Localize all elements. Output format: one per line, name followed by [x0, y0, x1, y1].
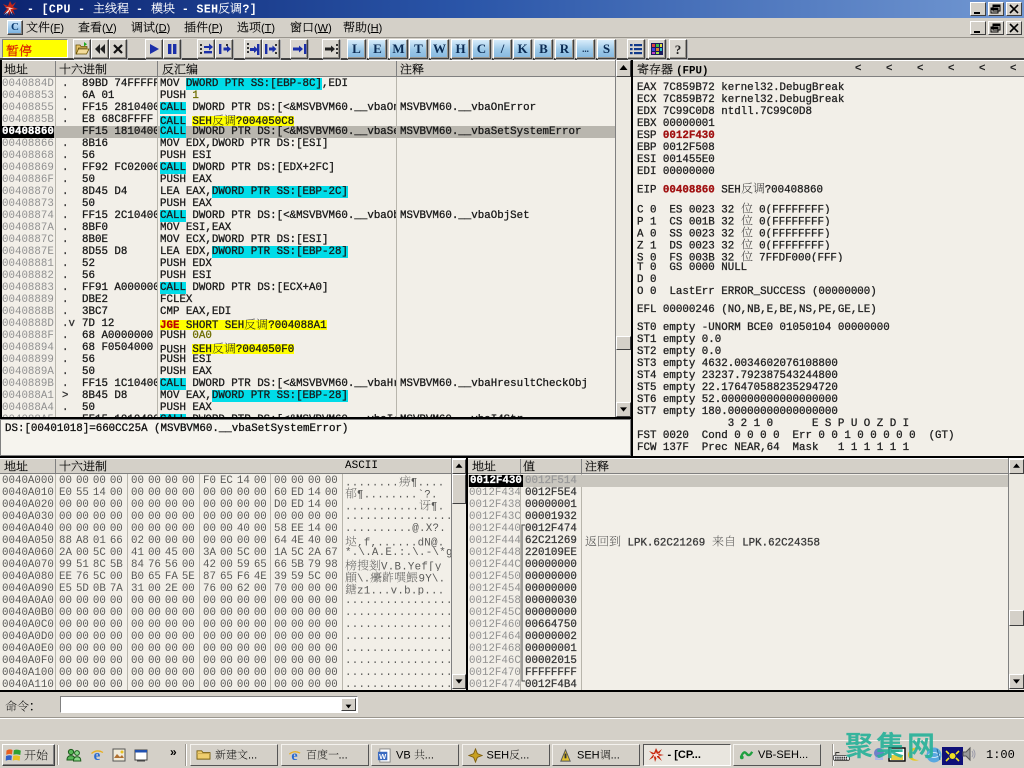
svg-text:e: e — [94, 748, 101, 763]
svg-text:e: e — [291, 748, 297, 763]
svg-text:W: W — [379, 752, 387, 761]
svg-text:?: ? — [675, 42, 682, 57]
